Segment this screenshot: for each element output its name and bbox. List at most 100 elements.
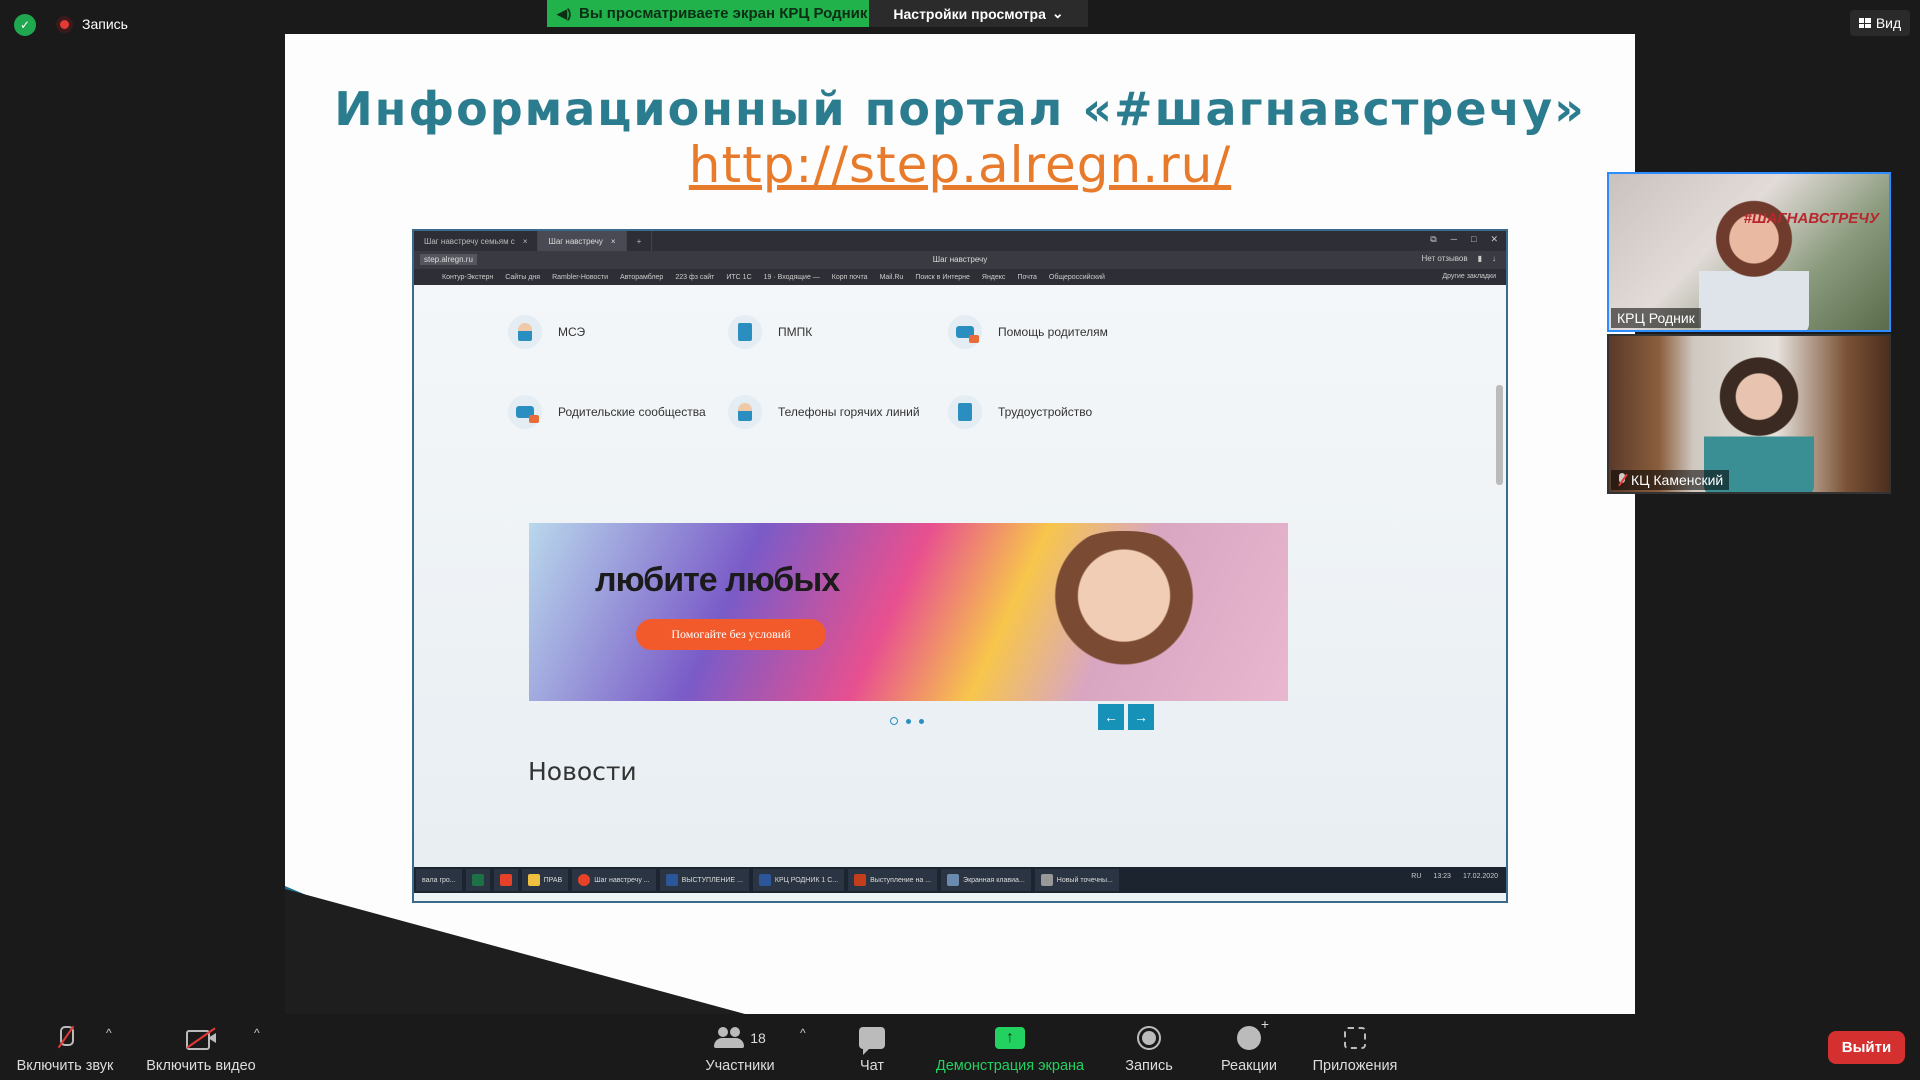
video-tile-active-speaker[interactable]: #ШАГНАВСТРЕЧУ КРЦ Родник [1607,172,1891,332]
bookmark-item: Контур-Экстерн [442,273,494,281]
chat-icon [859,1027,885,1055]
bookmark-icon: ▮ [1477,254,1482,263]
promo-text: любите любых [595,561,840,599]
bookmark-item: ИТС 1С [726,273,752,281]
webpage: МСЭ ПМПК Помощь родителям Родительские с… [414,285,1506,867]
browser-screenshot: Шаг навстречу семьям с × Шаг навстречу × +… [412,229,1508,903]
start-video-button[interactable]: Включить видео [142,1014,260,1080]
participants-count: 18 [750,1030,766,1046]
shield-check-icon[interactable]: ✓ [14,14,36,36]
download-icon: ↓ [1492,254,1496,263]
screen-share-banner: ◀) Вы просматриваете экран КРЦ Родник [547,0,869,27]
tile-pmpk: ПМПК [728,315,812,349]
window-controls: ⧉ ─ □ ✕ [1430,234,1498,244]
apps-icon [1344,1027,1366,1049]
mic-muted-icon [57,1026,74,1050]
system-tray: RU 13:23 17.02.2020 [1411,873,1498,880]
slide-url: http://step.alregn.ru/ [688,136,1232,194]
meeting-toolbar: Включить звук ^ Включить видео ^ 18 Учас… [0,1014,1920,1080]
participants-button[interactable]: 18 Участники [700,1014,780,1080]
person-icon [508,315,542,349]
grid-icon [1858,18,1871,28]
view-button-label: Вид [1875,15,1902,31]
record-button[interactable]: Запись [1118,1014,1180,1080]
chat-bubble-icon [948,315,982,349]
taskbar-item: ВЫСТУПЛЕНИЕ ... [659,869,749,891]
bookmark-item: Поиск в Интерне [915,273,970,281]
wall-sign: #ШАГНАВСТРЕЧУ [1743,210,1879,227]
speaker-icon: ◀) [557,5,572,21]
bookmark-item: Сайты дня [505,273,541,281]
document-icon [948,395,982,429]
view-button[interactable]: Вид [1850,10,1910,36]
participant-name: КРЦ Родник [1611,308,1701,328]
bookmark-item: Rambler-Новости [552,273,608,281]
muted-mic-icon [1617,473,1627,487]
chat-button[interactable]: Чат [846,1014,898,1080]
bookmark-item: Mail.Ru [879,273,904,281]
reactions-button[interactable]: Реакции [1214,1014,1284,1080]
participant-name: КЦ Каменский [1611,470,1730,490]
recording-label: Запись [82,16,128,32]
bookmark-item: Почта [1017,273,1037,281]
view-options-button[interactable]: Настройки просмотра ⌄ [869,0,1088,27]
other-bookmarks: Другие закладки [1442,273,1496,280]
apps-button[interactable]: Приложения [1306,1014,1404,1080]
tile-employment: Трудоустройство [948,395,1092,429]
address-page-title: Шаг навстречу [932,255,988,264]
slide-title: Информационный портал «#шагнавстречу» [334,82,1586,136]
windows-taskbar: вала гро... ПРАВ Шаг навстречу ... ВЫСТУ… [414,867,1506,893]
document-icon [728,315,762,349]
tile-parent-communities: Родительские сообщества [508,395,706,429]
leave-button[interactable]: Выйти [1828,1031,1905,1064]
bookmarks-bar: Контур-Экстерн Сайты дня Rambler-Новости… [414,269,1506,285]
record-icon [1137,1026,1161,1050]
participants-icon [714,1027,745,1049]
browser-tabbar: Шаг навстречу семьям с × Шаг навстречу × +… [414,231,1506,251]
browser-tab-active: Шаг навстречу × [538,231,627,251]
bookmark-item: 19 · Входящие — [763,273,820,281]
close-icon: × [610,236,616,246]
scrollbar [1496,385,1503,485]
bookmark-item: Общероссийский [1048,273,1105,281]
unmute-button[interactable]: Включить звук [12,1014,118,1080]
arrow-right-icon: → [1128,704,1154,730]
reaction-smiley-icon [1237,1016,1269,1050]
child-photo [1029,531,1219,701]
chevron-up-icon[interactable]: ^ [106,1026,112,1040]
view-options-label: Настройки просмотра [893,5,1046,22]
shared-screen: Информационный портал «#шагнавстречу» ht… [285,34,1635,1014]
video-tile[interactable]: КЦ Каменский [1607,334,1891,494]
tile-mse: МСЭ [508,315,585,349]
close-icon: × [522,236,528,246]
taskbar-item: вала гро... [416,869,462,891]
chevron-down-icon: ⌄ [1051,5,1064,21]
person-icon [728,395,762,429]
bookmark-item: Авторамблер [619,273,664,281]
carousel-dots [890,717,924,725]
arrow-left-icon: ← [1098,704,1124,730]
chevron-up-icon[interactable]: ^ [800,1026,806,1040]
browser-tab: Шаг навстречу семьям с × [414,231,539,251]
taskbar-item: Новый точечны... [1034,869,1119,891]
share-screen-button[interactable]: ↑ Демонстрация экрана [930,1014,1090,1080]
tile-parent-help: Помощь родителям [948,315,1108,349]
taskbar-item: Экранная клавиа... [941,869,1031,891]
bookmark-item: Яндекс [981,273,1006,281]
promo-button: Помогайте без условий [636,619,826,650]
tile-hotlines: Телефоны горячих линий [728,395,920,429]
bookmark-item: Корп почта [831,273,868,281]
chevron-up-icon[interactable]: ^ [254,1026,260,1040]
taskbar-item: ПРАВ [521,869,569,891]
bookmark-item: 223 фз сайт [675,273,715,281]
taskbar-item: Шаг навстречу ... [572,869,656,891]
promo-banner: любите любых Помогайте без условий [529,523,1288,701]
new-tab-icon: + [627,231,653,251]
excel-icon [465,869,490,891]
video-off-icon [186,1028,216,1050]
taskbar-item: Выступление на ... [848,869,938,891]
browser-address-bar: step.alregn.ru Шаг навстречу Нет отзывов… [414,251,1506,269]
taskbar-item: КРЦ РОДНИК 1 С... [752,869,845,891]
share-banner-text: Вы просматриваете экран КРЦ Родник [579,5,868,22]
slide-decoration-dark [285,889,745,1014]
